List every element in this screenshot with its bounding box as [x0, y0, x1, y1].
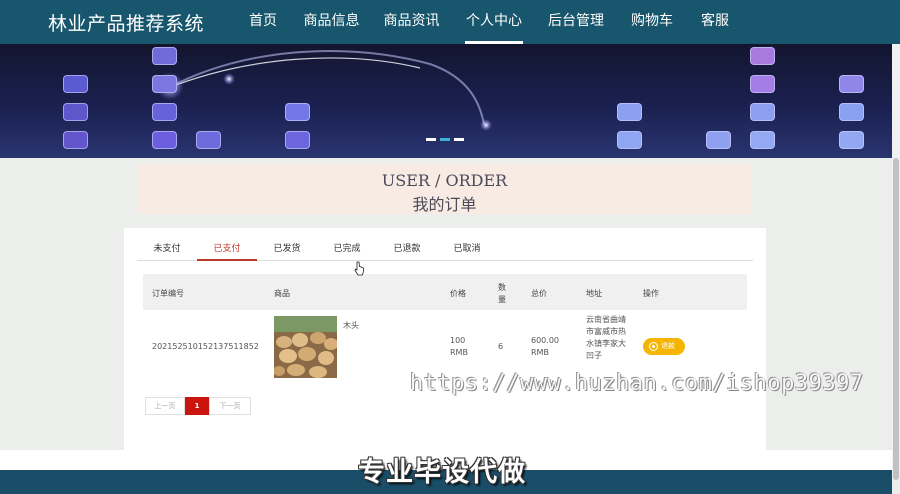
nav-admin[interactable]: 后台管理	[547, 0, 605, 44]
section-title: USER / ORDER 我的订单	[137, 164, 752, 214]
order-address: 云南省曲靖市富威市热水镇李家大凹子	[586, 315, 626, 360]
nav-service[interactable]: 客服	[700, 0, 730, 44]
pager-prev[interactable]: 上一页	[145, 397, 185, 415]
orders-panel: 未支付 已支付 已发货 已完成 已退款 已取消 订单编号 商品 价格 数量 总价…	[124, 228, 766, 450]
nav-user-center[interactable]: 个人中心	[465, 0, 523, 44]
nav-cart[interactable]: 购物车	[630, 0, 674, 44]
col-address: 地址	[586, 289, 602, 298]
order-status-tabs: 未支付 已支付 已发货 已完成 已退款 已取消	[137, 239, 753, 261]
pager-next[interactable]: 下一页	[209, 397, 251, 415]
banner-carousel[interactable]	[0, 44, 892, 158]
order-price: 100 RMB	[450, 336, 468, 357]
scrollbar-thumb[interactable]	[893, 158, 899, 480]
nav-home[interactable]: 首页	[248, 0, 278, 44]
product-thumbnail[interactable]	[274, 316, 337, 378]
col-product: 商品	[274, 289, 290, 298]
col-action: 操作	[643, 289, 659, 298]
hand-cursor-icon	[354, 261, 364, 276]
tab-completed[interactable]: 已完成	[317, 241, 377, 261]
tab-cancelled[interactable]: 已取消	[437, 241, 497, 261]
tab-paid[interactable]: 已支付	[197, 241, 257, 261]
orders-table-header: 订单编号 商品 价格 数量 总价 地址 操作	[143, 274, 747, 310]
refund-button[interactable]: 退款	[643, 338, 685, 355]
tab-unpaid[interactable]: 未支付	[137, 241, 197, 261]
order-total: 600.00 RMB	[531, 336, 559, 357]
col-total: 总价	[531, 289, 547, 298]
refund-icon	[649, 342, 658, 351]
carousel-dot-2[interactable]	[440, 138, 450, 141]
wood-logs-image	[274, 316, 337, 378]
nav-products[interactable]: 商品信息	[303, 0, 360, 44]
product-name[interactable]: 木头	[343, 320, 359, 332]
pager-page-1[interactable]: 1	[185, 397, 209, 415]
col-qty: 数量	[498, 283, 506, 304]
page-scrollbar[interactable]	[892, 44, 900, 480]
tab-refunded[interactable]: 已退款	[377, 241, 437, 261]
url-watermark: https://www.huzhan.com/ishop39397	[410, 371, 864, 396]
refund-button-label: 退款	[661, 342, 675, 350]
nav-product-news[interactable]: 商品资讯	[383, 0, 440, 44]
section-title-cn: 我的订单	[412, 195, 477, 214]
carousel-dot-1[interactable]	[426, 138, 436, 141]
col-price: 价格	[450, 289, 466, 298]
col-order-no: 订单编号	[152, 289, 184, 298]
promo-caption: 专业毕设代做	[358, 457, 526, 488]
top-navbar: 林业产品推荐系统 首页 商品信息 商品资讯 个人中心 后台管理 购物车 客服	[0, 0, 900, 44]
tab-shipped[interactable]: 已发货	[257, 241, 317, 261]
section-title-en: USER / ORDER	[381, 171, 508, 190]
site-brand[interactable]: 林业产品推荐系统	[48, 9, 204, 36]
carousel-dot-3[interactable]	[454, 138, 464, 141]
order-number: 202152510152137511852	[152, 342, 259, 351]
order-qty: 6	[498, 342, 504, 351]
